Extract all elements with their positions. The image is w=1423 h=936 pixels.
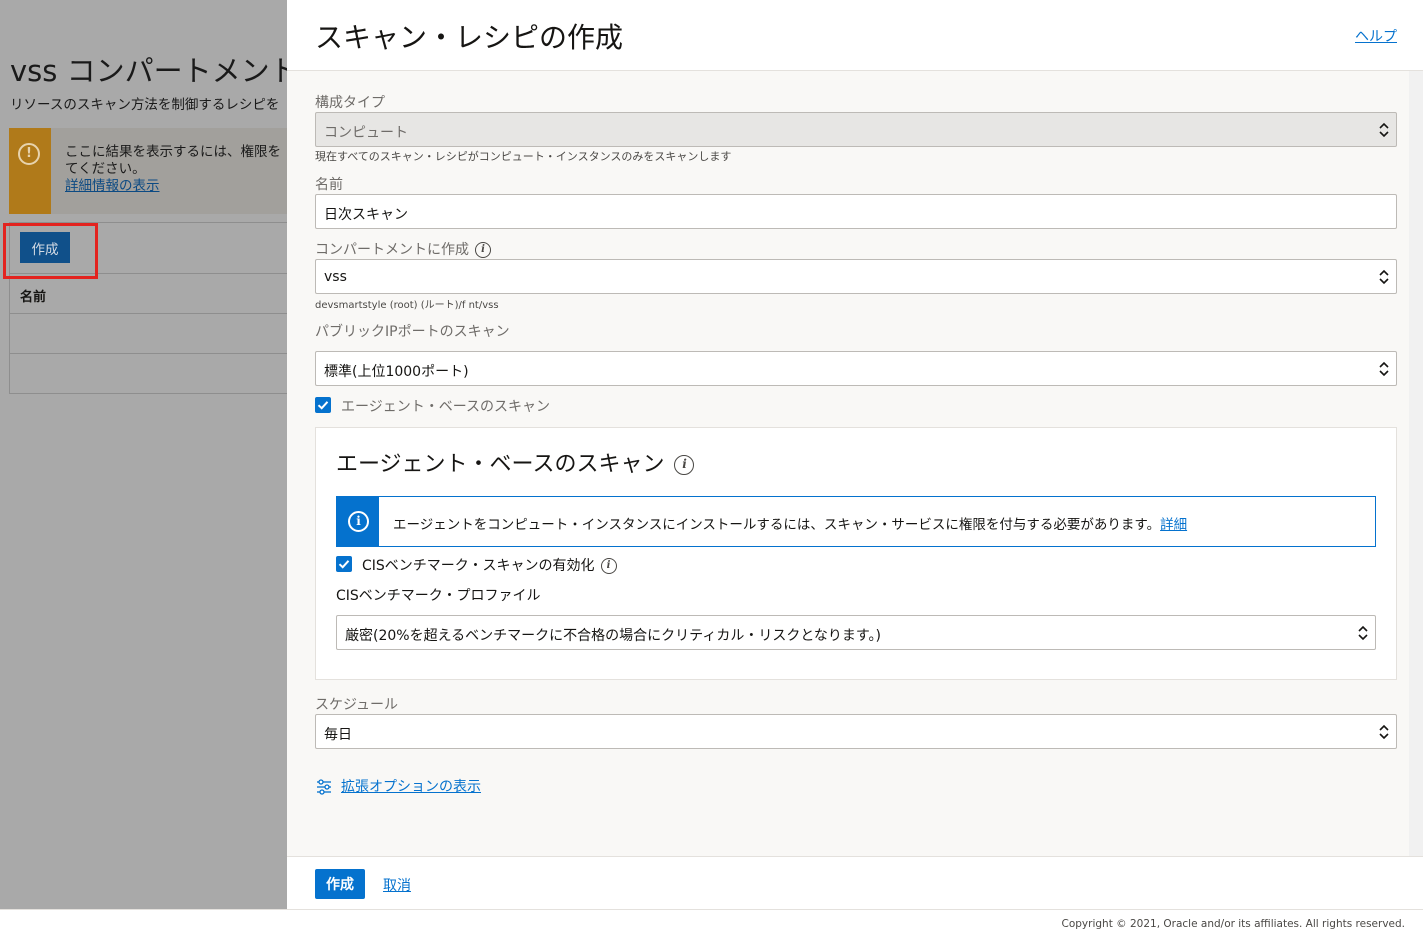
table-row — [10, 354, 287, 394]
drawer-header: スキャン・レシピの作成 ヘルプ — [287, 0, 1423, 71]
checkmark-icon — [338, 560, 350, 569]
info-icon[interactable]: i — [600, 558, 617, 574]
background-page: vss コンパートメント リソースのスキャン方法を制御するレシピを ! ここに結… — [0, 0, 287, 909]
alert-details-link[interactable]: 詳細情報の表示 — [65, 178, 281, 195]
create-scan-recipe-drawer: スキャン・レシピの作成 ヘルプ 構成タイプ コンピュート 現在すべてのスキャン・… — [287, 0, 1423, 909]
select-arrows-icon — [1378, 359, 1390, 379]
alert-line-1: ここに結果を表示するには、権限を — [65, 144, 281, 160]
agent-scan-checkbox[interactable] — [315, 397, 331, 413]
drawer-title: スキャン・レシピの作成 — [315, 21, 624, 54]
info-icon[interactable]: i — [475, 242, 491, 258]
cis-benchmark-checkbox-label: CISベンチマーク・スキャンの有効化 i — [362, 555, 617, 575]
schedule-select[interactable]: 毎日 — [315, 714, 1397, 749]
agent-based-scan-section: エージェント・ベースのスキャン i i エージェントをコンピュート・インスタンスに… — [315, 427, 1397, 680]
config-type-select: コンピュート — [315, 112, 1397, 147]
checkmark-icon — [317, 401, 329, 410]
copyright-text: Copyright © 2021, Oracle and/or its affi… — [1061, 918, 1405, 930]
compartment-select[interactable]: vss — [315, 259, 1397, 294]
background-page-title: vss コンパートメント — [10, 54, 287, 88]
agent-section-title: エージェント・ベースのスキャン i — [336, 446, 695, 478]
notice-details-link[interactable]: 詳細 — [1160, 517, 1187, 533]
info-icon[interactable]: i — [674, 455, 695, 475]
drawer-scrollbar[interactable] — [1409, 71, 1423, 856]
compartment-label: コンパートメントに作成 i — [315, 239, 491, 259]
cis-profile-label: CISベンチマーク・プロファイル — [336, 588, 541, 604]
cis-benchmark-checkbox[interactable] — [336, 556, 352, 572]
page-footer: Copyright © 2021, Oracle and/or its affi… — [0, 909, 1423, 936]
alert-line-2: てください。 — [65, 161, 146, 177]
advanced-options-link[interactable]: 拡張オプションの表示 — [315, 776, 481, 796]
cancel-link[interactable]: 取消 — [383, 875, 411, 895]
cis-profile-select[interactable]: 厳密(20%を超えるベンチマークに不合格の場合にクリティカル・リスクとなります。… — [336, 615, 1376, 650]
highlight-annotation-box — [3, 223, 98, 279]
create-button[interactable]: 作成 — [315, 869, 365, 899]
config-type-label: 構成タイプ — [315, 95, 385, 111]
background-description: リソースのスキャン方法を制御するレシピを — [10, 97, 280, 113]
help-link[interactable]: ヘルプ — [1355, 26, 1397, 46]
name-input[interactable]: 日次スキャン — [315, 194, 1397, 229]
public-ip-scan-select[interactable]: 標準(上位1000ポート) — [315, 351, 1397, 386]
table-header-name: 名前 — [10, 274, 287, 314]
schedule-label: スケジュール — [315, 697, 399, 713]
compartment-path: devsmartstyle (root) (ルート)/f nt/vss — [315, 300, 499, 311]
select-arrows-icon — [1378, 722, 1390, 742]
select-arrows-icon — [1378, 120, 1390, 140]
public-ip-scan-label: パブリックIPポートのスキャン — [315, 324, 510, 340]
info-circle-icon: i — [348, 511, 369, 532]
agent-scan-checkbox-label: エージェント・ベースのスキャン — [341, 399, 551, 415]
select-arrows-icon — [1357, 623, 1369, 643]
agent-permission-notice: i エージェントをコンピュート・インスタンスにインストールするには、スキャン・サ… — [336, 496, 1376, 547]
sliders-icon — [317, 779, 331, 795]
config-type-hint: 現在すべてのスキャン・レシピがコンピュート・インスタンスのみをスキャンします — [315, 150, 732, 163]
select-arrows-icon — [1378, 267, 1390, 287]
drawer-footer: 作成 取消 — [287, 856, 1423, 909]
warning-icon: ! — [18, 143, 40, 165]
name-label: 名前 — [315, 177, 343, 193]
table-row — [10, 314, 287, 354]
notice-message: エージェントをコンピュート・インスタンスにインストールするには、スキャン・サービ… — [393, 517, 1161, 533]
background-warning-alert: ! ここに結果を表示するには、権限を てください。 詳細情報の表示 — [9, 128, 287, 214]
